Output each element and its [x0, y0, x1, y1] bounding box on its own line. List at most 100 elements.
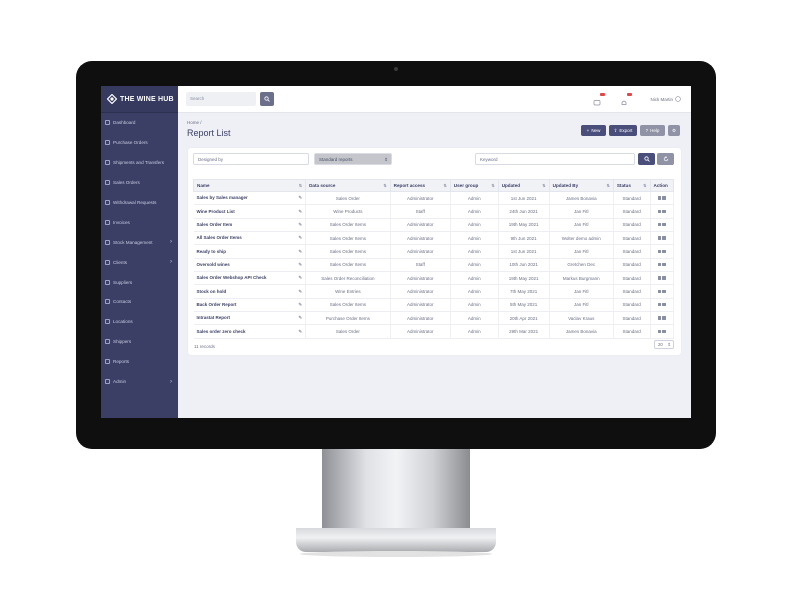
sort-icon[interactable]: ⇅	[383, 183, 386, 188]
table-row[interactable]: Intrastat Report ✎ Purchase Order Items Adm…	[193, 311, 675, 326]
column-header[interactable]: Status ⇅	[612, 179, 651, 192]
link-icon[interactable]	[657, 302, 662, 307]
report-name[interactable]: Sales order zero check ✎	[193, 324, 307, 339]
sidebar-item-shippers[interactable]: Shippers	[101, 332, 178, 352]
pencil-icon[interactable]: ✎	[298, 195, 302, 201]
delete-icon[interactable]	[662, 276, 666, 280]
sidebar-item-contacts[interactable]: Contacts	[101, 292, 178, 312]
link-icon[interactable]	[657, 196, 662, 200]
report-name[interactable]: Sales by Sales manager ✎	[193, 191, 307, 206]
page-size-select[interactable]: 20 ⇕	[654, 340, 674, 349]
table-row[interactable]: Ready to ship ✎ Sales Order Items Administr…	[193, 244, 675, 259]
sort-icon[interactable]: ⇅	[443, 183, 446, 188]
link-icon[interactable]	[657, 236, 662, 240]
report-name[interactable]: Stock on hold ✎	[193, 284, 307, 299]
pencil-icon[interactable]: ✎	[298, 315, 302, 321]
sidebar-item-sales-orders[interactable]: Sales Orders	[101, 173, 178, 193]
sidebar-item-stock-management[interactable]: Stock Management ›	[101, 232, 178, 252]
column-header[interactable]: Report access ⇅	[389, 179, 451, 192]
column-header[interactable]: Data source ⇅	[305, 179, 391, 192]
sidebar-item-shipments-and-transfers[interactable]: Shipments and Transfers	[101, 153, 178, 173]
link-icon[interactable]	[657, 222, 662, 227]
sort-icon[interactable]: ⇅	[299, 183, 302, 188]
report-name[interactable]: Ready to ship ✎	[193, 244, 307, 259]
sidebar-item-admin[interactable]: Admin ›	[101, 372, 178, 392]
sidebar-item-dashboard[interactable]: Dashboard	[101, 113, 178, 133]
delete-icon[interactable]	[662, 329, 666, 334]
help-button[interactable]: ? Help	[640, 125, 665, 136]
table-row[interactable]: Sales by Sales manager ✎ Sales Order Admini…	[193, 191, 675, 206]
report-name[interactable]: Sales Order Item ✎	[193, 218, 307, 233]
sort-icon[interactable]: ⇅	[491, 183, 494, 188]
sort-icon[interactable]: ⇅	[643, 183, 646, 188]
settings-button[interactable]: ⚙	[668, 125, 680, 136]
delete-icon[interactable]	[662, 196, 666, 200]
link-icon[interactable]	[657, 249, 662, 254]
column-header[interactable]: Updated By ⇅	[548, 179, 614, 192]
report-name[interactable]: Oversold wines ✎	[193, 258, 307, 273]
sidebar-item-suppliers[interactable]: Suppliers	[101, 272, 178, 292]
designed-by-field[interactable]: Designed by	[193, 153, 309, 165]
pencil-icon[interactable]: ✎	[298, 209, 302, 215]
sidebar-item-locations[interactable]: Locations	[101, 312, 178, 332]
column-header[interactable]: Updated ⇅	[497, 179, 550, 192]
delete-icon[interactable]	[662, 302, 666, 307]
sort-icon[interactable]: ⇅	[542, 183, 545, 188]
delete-icon[interactable]	[662, 209, 666, 214]
table-row[interactable]: Back Order Report ✎ Sales Order Items Admin…	[193, 298, 675, 313]
messages-button[interactable]	[593, 93, 605, 106]
table-row[interactable]: Sales Order Item ✎ Sales Order Items Admini…	[193, 218, 675, 233]
pencil-icon[interactable]: ✎	[298, 249, 302, 255]
keyword-input[interactable]: Keyword	[475, 153, 635, 165]
column-header[interactable]: User group ⇅	[449, 179, 499, 192]
link-icon[interactable]	[657, 262, 662, 267]
report-name[interactable]: Wine Product List ✎	[193, 204, 307, 219]
search-button[interactable]	[260, 92, 274, 106]
column-header[interactable]: Action	[649, 179, 675, 192]
delete-icon[interactable]	[662, 316, 666, 320]
sidebar-item-invoices[interactable]: Invoices	[101, 212, 178, 232]
delete-icon[interactable]	[662, 262, 666, 267]
sort-icon[interactable]: ⇅	[606, 183, 609, 188]
sidebar-item-purchase-orders[interactable]: Purchase Orders	[101, 133, 178, 153]
table-row[interactable]: Stock on hold ✎ Wine Entries Administrator A…	[193, 284, 675, 299]
pencil-icon[interactable]: ✎	[298, 275, 302, 281]
pencil-icon[interactable]: ✎	[298, 222, 302, 228]
report-name[interactable]: All Sales Order Items ✎	[193, 231, 307, 246]
search-input[interactable]: Search	[186, 92, 256, 106]
user-menu[interactable]: Nick Martin	[650, 96, 681, 102]
link-icon[interactable]	[657, 276, 662, 280]
sidebar-item-clients[interactable]: Clients ›	[101, 252, 178, 272]
column-header[interactable]: Name ⇅	[192, 179, 307, 192]
delete-icon[interactable]	[662, 249, 666, 254]
pencil-icon[interactable]: ✎	[298, 329, 302, 335]
brand[interactable]: THE WINE HUB	[101, 86, 178, 113]
link-icon[interactable]	[657, 209, 662, 214]
delete-icon[interactable]	[662, 222, 666, 227]
table-row[interactable]: Wine Product List ✎ Wine Products Staff Admi…	[193, 204, 675, 219]
table-row[interactable]: Oversold wines ✎ Sales Order Items Staff Adm…	[193, 258, 675, 273]
report-type-select[interactable]: Standard reports ⇕	[314, 153, 392, 165]
report-name[interactable]: Sales Order Webshop API Check ✎	[193, 271, 307, 286]
report-name[interactable]: Back Order Report ✎	[193, 298, 307, 313]
pencil-icon[interactable]: ✎	[298, 262, 302, 268]
breadcrumb[interactable]: Home /	[187, 120, 202, 125]
sidebar-item-reports[interactable]: Reports	[101, 352, 178, 372]
pencil-icon[interactable]: ✎	[298, 302, 302, 308]
link-icon[interactable]	[657, 316, 662, 320]
table-row[interactable]: All Sales Order Items ✎ Sales Order Items A…	[193, 231, 675, 246]
pencil-icon[interactable]: ✎	[298, 289, 302, 295]
table-row[interactable]: Sales Order Webshop API Check ✎ Sales Orde…	[193, 271, 675, 286]
delete-icon[interactable]	[662, 236, 666, 240]
link-icon[interactable]	[657, 289, 662, 294]
table-row[interactable]: Sales order zero check ✎ Sales Order Admini…	[193, 324, 675, 339]
link-icon[interactable]	[657, 329, 662, 334]
keyword-search-button[interactable]	[638, 153, 655, 165]
report-name[interactable]: Intrastat Report ✎	[193, 311, 307, 326]
new-button[interactable]: + New	[581, 125, 606, 136]
delete-icon[interactable]	[662, 289, 666, 294]
reset-button[interactable]	[657, 153, 674, 165]
notifications-button[interactable]	[620, 93, 632, 105]
sidebar-item-withdrawal-requests[interactable]: Withdrawal Requests	[101, 193, 178, 213]
pencil-icon[interactable]: ✎	[298, 235, 302, 241]
